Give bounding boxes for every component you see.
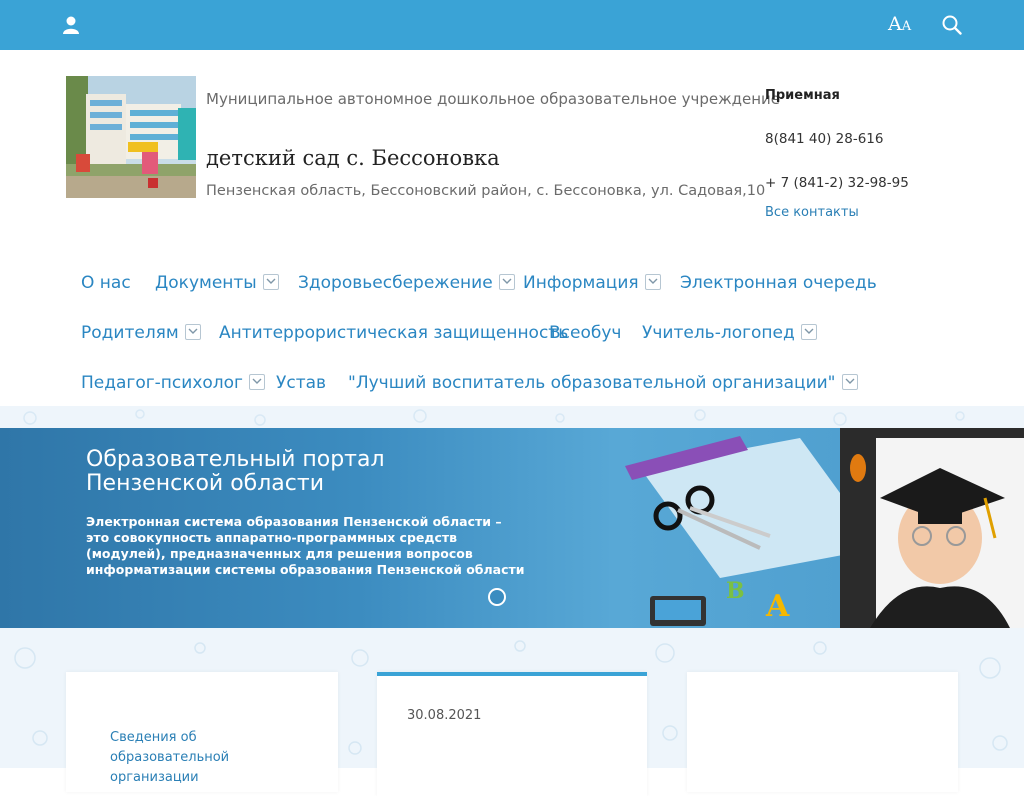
nav-item-label: Всеобуч — [549, 323, 622, 343]
all-contacts-link[interactable]: Все контакты — [765, 205, 859, 220]
banner-title[interactable]: Образовательный портал Пензенской област… — [86, 448, 526, 496]
org-address: Пензенская область, Бессоновский район, … — [206, 183, 766, 199]
nav-item-vseobuch[interactable]: Всеобуч — [549, 323, 621, 343]
chevron-down-icon[interactable] — [262, 274, 279, 290]
nav-item-label: Учитель-логопед — [642, 323, 795, 343]
banner-text: Электронная система образования Пензенск… — [86, 514, 525, 577]
nav-item-label: Информация — [523, 273, 639, 293]
chevron-down-icon[interactable] — [800, 324, 817, 340]
svg-text:B: B — [726, 578, 745, 604]
nav-item-label: Антитеррористическая защищенность — [219, 323, 569, 343]
background-pattern — [0, 406, 1024, 428]
phone-1: 8(841 40) 28-616 — [765, 131, 884, 147]
nav-item-information[interactable]: Информация — [523, 273, 661, 293]
nav-item-queue[interactable]: Электронная очередь — [680, 273, 877, 293]
nav-item-label: О нас — [81, 273, 131, 293]
org-name[interactable]: детский сад с. Бессоновка — [206, 146, 500, 170]
org-info-link[interactable]: Сведения об образовательной организации — [110, 728, 310, 788]
card-news — [377, 672, 647, 796]
chevron-down-icon[interactable] — [644, 274, 661, 290]
nav-item-label: Документы — [155, 273, 257, 293]
slider-dot[interactable] — [488, 588, 506, 606]
card-empty — [687, 672, 958, 792]
nav-item-label: Устав — [276, 373, 327, 393]
font-size-icon[interactable]: AA — [888, 13, 911, 35]
nav-item-parents[interactable]: Родителям — [81, 323, 201, 343]
search-icon[interactable] — [942, 15, 962, 35]
svg-text:A: A — [765, 589, 790, 624]
top-bar: AA — [0, 0, 1024, 50]
nav-item-speech-therapist[interactable]: Учитель-логопед — [642, 323, 817, 343]
phone-2: + 7 (841-2) 32-98-95 — [765, 175, 909, 191]
contacts-title: Приемная — [765, 88, 840, 103]
nav-item-label: Педагог-психолог — [81, 373, 243, 393]
news-date: 30.08.2021 — [407, 708, 482, 723]
chevron-down-icon[interactable] — [184, 324, 201, 340]
kindergarten-photo[interactable] — [66, 76, 196, 198]
chevron-down-icon[interactable] — [841, 374, 858, 390]
nav-item-label: "Лучший воспитатель образовательной орга… — [348, 373, 836, 393]
nav-item-documents[interactable]: Документы — [155, 273, 279, 293]
org-type: Муниципальное автономное дошкольное обра… — [206, 90, 780, 108]
chevron-down-icon[interactable] — [498, 274, 515, 290]
nav-item-best-teacher[interactable]: "Лучший воспитатель образовательной орга… — [348, 373, 858, 393]
nav-item-about[interactable]: О нас — [81, 273, 131, 293]
user-icon[interactable] — [62, 15, 80, 35]
nav-item-label: Здоровьесбережение — [298, 273, 493, 293]
nav-item-label: Электронная очередь — [680, 273, 877, 293]
nav-item-label: Родителям — [81, 323, 179, 343]
chevron-down-icon[interactable] — [248, 374, 265, 390]
nav-item-charter[interactable]: Устав — [276, 373, 326, 393]
nav-item-health[interactable]: Здоровьесбережение — [298, 273, 515, 293]
nav-item-antiterror[interactable]: Антитеррористическая защищенность — [219, 323, 568, 343]
nav-item-psychologist[interactable]: Педагог-психолог — [81, 373, 265, 393]
